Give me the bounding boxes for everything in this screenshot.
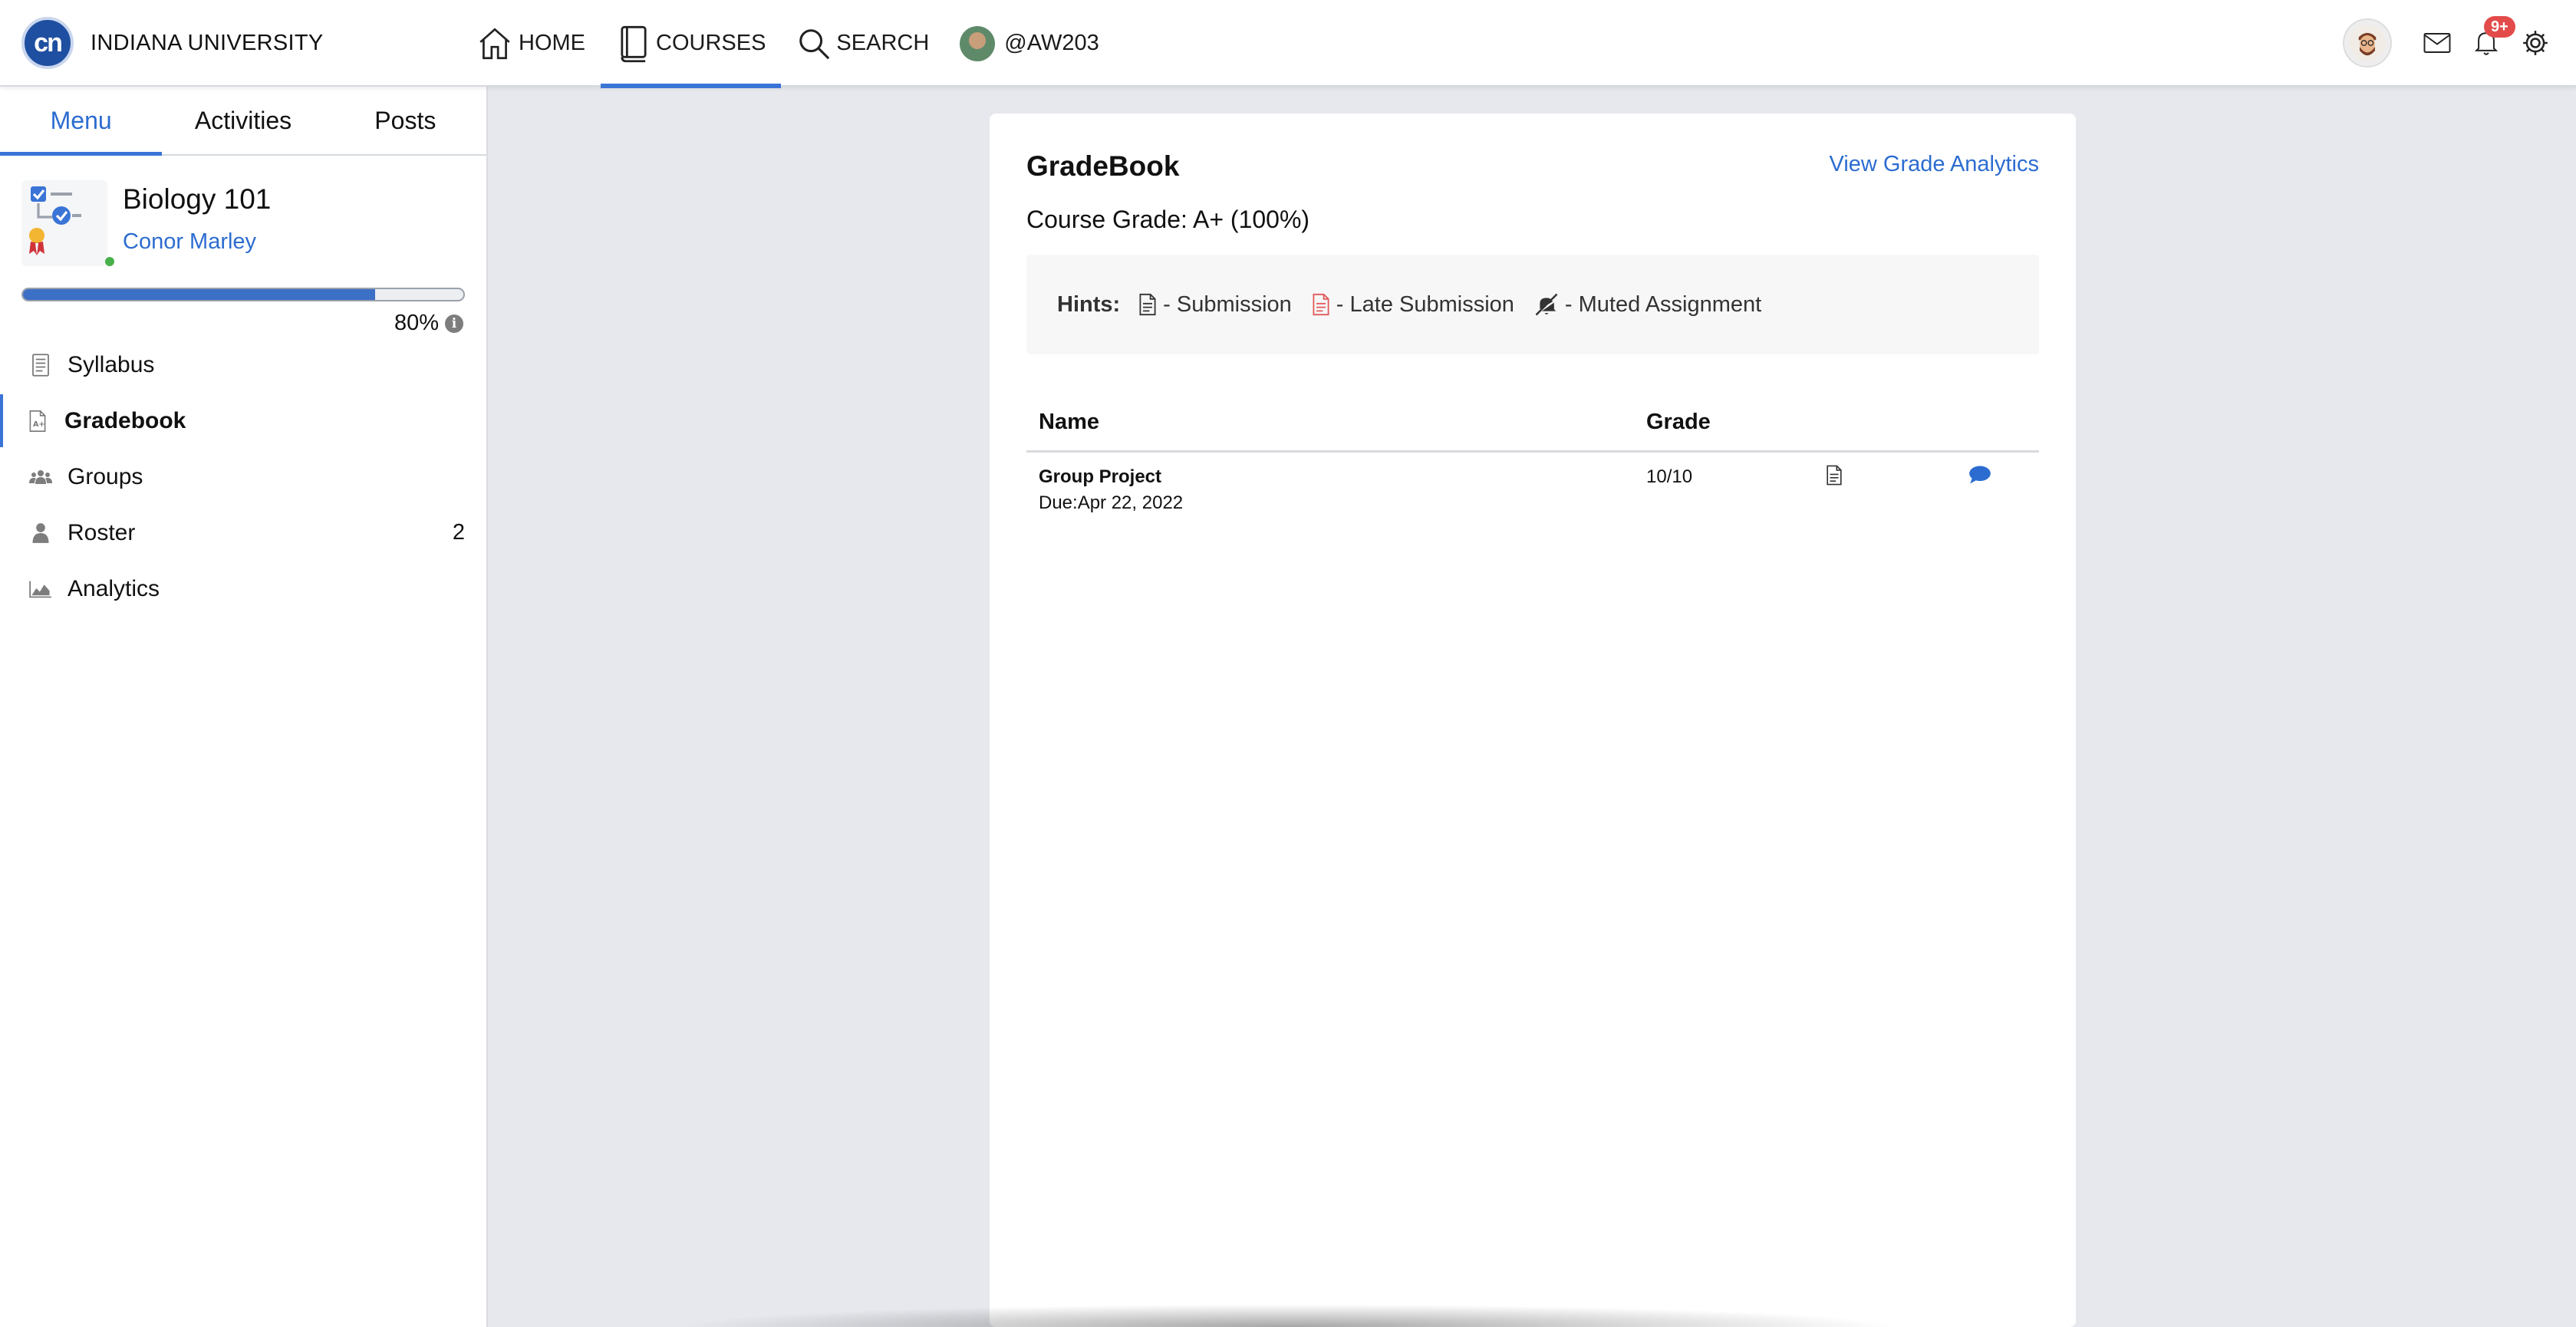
progress-label: 80% i bbox=[394, 311, 463, 336]
sidebar-item-label: Analytics bbox=[68, 575, 160, 601]
assignment-grade: 10/10 bbox=[1646, 466, 1693, 487]
avatar bbox=[960, 25, 996, 61]
user-avatar[interactable] bbox=[2343, 18, 2392, 68]
gradebook-icon: A+ bbox=[26, 410, 49, 433]
hint-late-label: - Late Submission bbox=[1336, 291, 1514, 317]
sidebar-item-syllabus[interactable]: Syllabus bbox=[0, 337, 488, 393]
sidebar-item-analytics[interactable]: Analytics bbox=[0, 561, 488, 617]
mail-button[interactable] bbox=[2416, 22, 2458, 64]
right-toolbar: 9+ bbox=[2343, 16, 2556, 69]
person-icon bbox=[29, 522, 52, 545]
settings-button[interactable] bbox=[2515, 22, 2556, 64]
progress-percent: 80% bbox=[394, 311, 439, 335]
nav-search-label: SEARCH bbox=[836, 31, 930, 55]
column-header-name[interactable]: Name bbox=[1039, 410, 1099, 435]
notifications-button[interactable]: 9+ bbox=[2466, 16, 2515, 64]
course-grade: Course Grade: A+ (100%) bbox=[1026, 206, 1310, 233]
hint-muted: - Muted Assignment bbox=[1534, 292, 1761, 318]
brand-name[interactable]: INDIANA UNIVERSITY bbox=[91, 31, 324, 56]
hints-panel: Hints: - Submission - Late Submission - … bbox=[1026, 255, 2039, 354]
view-grade-analytics-link[interactable]: View Grade Analytics bbox=[1830, 152, 2040, 177]
main-nav: HOME COURSES SEARCH @AW203 bbox=[460, 0, 1115, 88]
submission-icon bbox=[1139, 293, 1156, 316]
hint-muted-label: - Muted Assignment bbox=[1564, 291, 1762, 317]
search-icon bbox=[799, 28, 830, 59]
sidebar-tabs: Menu Activities Posts bbox=[0, 87, 486, 156]
sidebar-item-gradebook[interactable]: A+ Gradebook bbox=[0, 393, 488, 449]
groups-icon bbox=[29, 466, 52, 489]
page-title: GradeBook bbox=[1026, 150, 1180, 182]
nav-profile[interactable]: @AW203 bbox=[944, 0, 1114, 87]
grade-table: Name Grade Group Project Due:Apr 22, 202… bbox=[1026, 399, 2039, 529]
hint-submission-label: - Submission bbox=[1163, 291, 1292, 317]
info-icon[interactable]: i bbox=[445, 314, 463, 333]
sidebar: Menu Activities Posts Biology 101 Conor … bbox=[0, 87, 488, 1327]
course-title[interactable]: Biology 101 bbox=[123, 183, 271, 216]
nav-home[interactable]: HOME bbox=[460, 0, 601, 87]
book-icon bbox=[621, 25, 647, 62]
sidebar-item-label: Roster bbox=[68, 519, 136, 545]
notification-badge: 9+ bbox=[2484, 16, 2515, 38]
tab-activities[interactable]: Activities bbox=[162, 87, 324, 154]
brand-logo[interactable]: cn bbox=[21, 17, 74, 69]
assignment-due-date: Due:Apr 22, 2022 bbox=[1039, 492, 1184, 513]
sidebar-item-label: Syllabus bbox=[68, 351, 155, 377]
gradebook-card: GradeBook View Grade Analytics Course Gr… bbox=[990, 114, 2076, 1327]
table-row: Group Project Due:Apr 22, 2022 10/10 bbox=[1026, 453, 2039, 529]
chart-icon bbox=[29, 578, 52, 601]
column-header-grade[interactable]: Grade bbox=[1646, 410, 1711, 435]
tab-posts[interactable]: Posts bbox=[324, 87, 486, 154]
sidebar-item-groups[interactable]: Groups bbox=[0, 449, 488, 505]
late-submission-icon bbox=[1313, 293, 1329, 316]
assignment-name[interactable]: Group Project bbox=[1039, 466, 1161, 488]
svg-text:A+: A+ bbox=[33, 420, 44, 429]
sidebar-item-roster[interactable]: Roster 2 bbox=[0, 505, 488, 561]
home-icon bbox=[479, 27, 510, 59]
hints-label: Hints: bbox=[1057, 291, 1121, 317]
sidebar-menu: Syllabus A+ Gradebook Groups Roster 2 An… bbox=[0, 337, 488, 617]
tab-menu[interactable]: Menu bbox=[0, 87, 163, 156]
hint-late-submission: - Late Submission bbox=[1312, 292, 1514, 318]
course-icon bbox=[21, 180, 107, 266]
course-instructor-link[interactable]: Conor Marley bbox=[123, 229, 256, 255]
sidebar-item-label: Gradebook bbox=[64, 407, 186, 433]
submission-icon[interactable] bbox=[1826, 465, 1843, 491]
nav-courses-label: COURSES bbox=[656, 31, 766, 55]
comment-icon[interactable] bbox=[1968, 465, 1991, 490]
sidebar-item-label: Groups bbox=[68, 463, 143, 489]
nav-profile-label: @AW203 bbox=[1004, 31, 1099, 55]
brand[interactable]: cn INDIANA UNIVERSITY bbox=[21, 17, 324, 69]
syllabus-icon bbox=[29, 353, 52, 377]
hint-submission: - Submission bbox=[1138, 292, 1292, 318]
course-progress-bar bbox=[21, 288, 465, 301]
online-status-dot bbox=[105, 257, 114, 266]
table-header: Name Grade bbox=[1026, 399, 2039, 453]
progress-fill bbox=[23, 289, 376, 300]
gear-icon bbox=[2523, 31, 2548, 55]
roster-count: 2 bbox=[452, 520, 465, 545]
nav-courses[interactable]: COURSES bbox=[601, 0, 782, 88]
nav-home-label: HOME bbox=[519, 31, 585, 55]
user-avatar-icon bbox=[2349, 25, 2386, 61]
course-card: Biology 101 Conor Marley bbox=[0, 156, 486, 266]
nav-search[interactable]: SEARCH bbox=[781, 0, 944, 87]
muted-icon bbox=[1535, 293, 1558, 316]
top-navbar: cn INDIANA UNIVERSITY HOME COURSES SEARC… bbox=[0, 0, 2576, 88]
mail-icon bbox=[2423, 33, 2451, 53]
